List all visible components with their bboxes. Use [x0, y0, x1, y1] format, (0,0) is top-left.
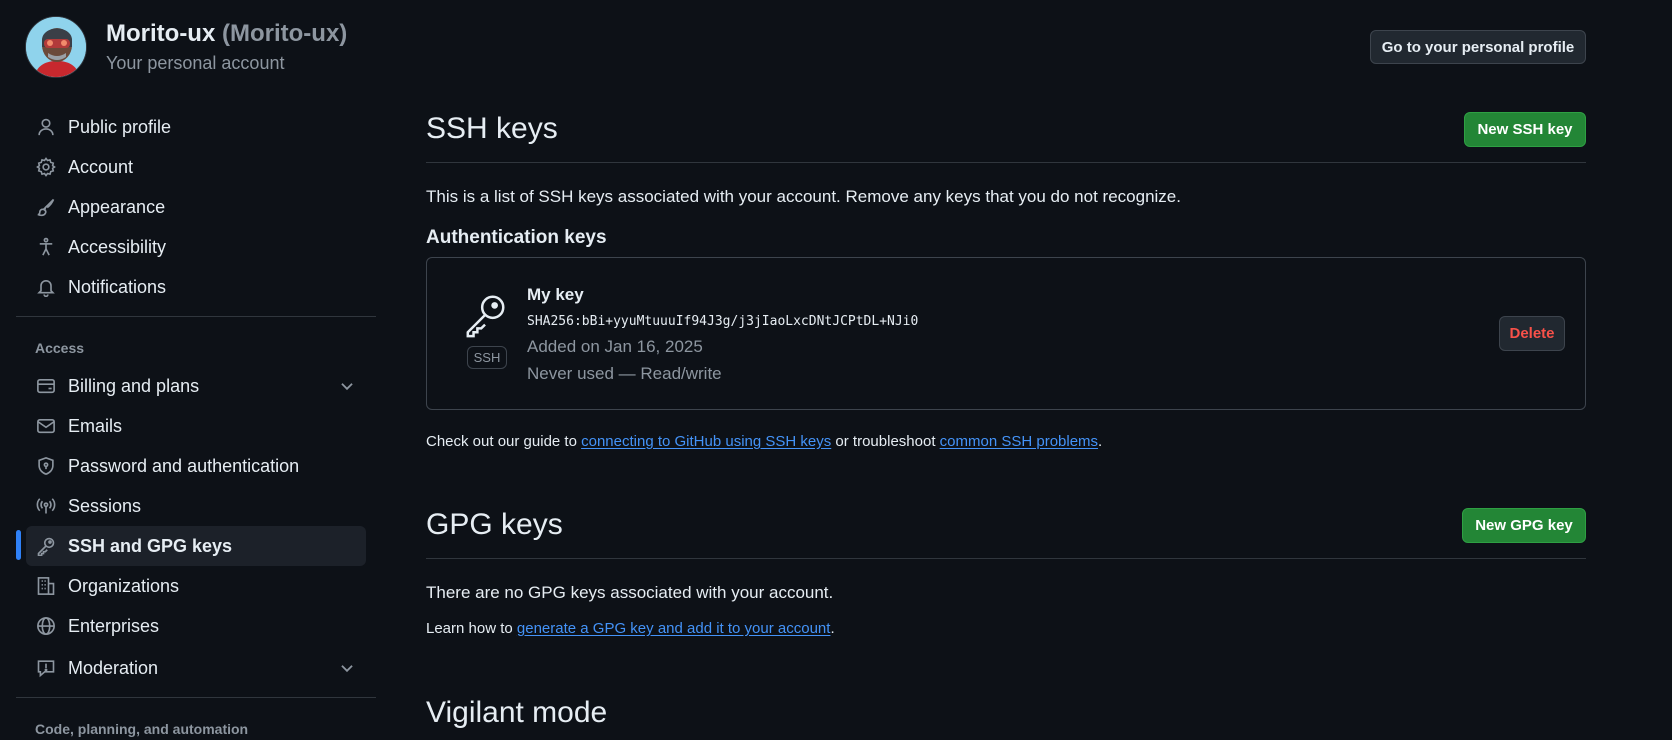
sidebar-item-label: Billing and plans	[68, 375, 200, 396]
mail-icon	[35, 415, 57, 437]
sidebar-group-access: Access	[35, 340, 85, 356]
sidebar-item-billing[interactable]: Billing and plans	[26, 366, 366, 406]
sidebar-item-appearance[interactable]: Appearance	[26, 187, 366, 227]
avatar[interactable]	[25, 16, 87, 78]
authentication-keys-heading: Authentication keys	[426, 227, 607, 248]
sidebar-item-label: Enterprises	[68, 615, 160, 636]
sidebar-item-label: Notifications	[68, 276, 167, 297]
gpg-guide-link[interactable]: generate a GPG key and add it to your ac…	[517, 620, 831, 637]
sidebar-item-label: Public profile	[68, 116, 172, 137]
new-gpg-key-button[interactable]: New GPG key	[1462, 508, 1586, 543]
sidebar-item-label: Password and authentication	[68, 455, 300, 476]
report-icon	[35, 657, 57, 679]
paintbrush-icon	[35, 196, 57, 218]
key-icon	[466, 295, 505, 338]
sidebar-divider	[16, 697, 376, 698]
sidebar-item-password-auth[interactable]: Password and authentication	[26, 446, 366, 486]
ssh-keys-title: SSH keys	[426, 112, 558, 145]
ssh-badge: SSH	[467, 346, 507, 369]
accessibility-icon	[35, 236, 57, 258]
broadcast-icon	[35, 495, 57, 517]
sidebar-item-emails[interactable]: Emails	[26, 406, 366, 446]
vigilant-mode-title: Vigilant mode	[426, 696, 608, 729]
sidebar-item-ssh-gpg-keys[interactable]: SSH and GPG keys	[26, 526, 366, 566]
shield-lock-icon	[35, 455, 57, 477]
section-divider	[426, 162, 1586, 163]
learn-text-prefix: Learn how to	[426, 620, 517, 637]
sidebar-item-label: Account	[68, 156, 134, 177]
ssh-guide-text: Check out our guide to connecting to Git…	[426, 433, 1102, 450]
ssh-key-title: My key	[527, 285, 584, 304]
delete-ssh-key-button[interactable]: Delete	[1499, 316, 1565, 351]
ssh-problems-link[interactable]: common SSH problems	[940, 433, 1098, 450]
account-name[interactable]: Morito-ux (Morito-ux)	[106, 20, 347, 48]
sidebar-item-moderation[interactable]: Moderation	[26, 648, 366, 688]
sidebar-item-label: Emails	[68, 415, 123, 436]
sidebar-item-enterprises[interactable]: Enterprises	[26, 606, 366, 646]
sidebar-item-notifications[interactable]: Notifications	[26, 267, 366, 307]
sidebar-item-sessions[interactable]: Sessions	[26, 486, 366, 526]
gear-icon	[35, 156, 57, 178]
go-to-profile-button[interactable]: Go to your personal profile	[1370, 30, 1586, 64]
ssh-guide-link[interactable]: connecting to GitHub using SSH keys	[581, 433, 831, 450]
ssh-key-item	[426, 257, 1586, 410]
bell-icon	[35, 276, 57, 298]
chevron-down-icon[interactable]	[338, 377, 356, 395]
gpg-empty-text: There are no GPG keys associated with yo…	[426, 583, 834, 602]
sidebar-item-label: Sessions	[68, 495, 142, 516]
login-name: (Morito-ux)	[221, 20, 348, 47]
guide-text-suffix: .	[1098, 433, 1103, 450]
sidebar-group-code-planning: Code, planning, and automation	[35, 721, 249, 737]
sidebar-item-label: Appearance	[68, 196, 166, 217]
gpg-learn-text: Learn how to generate a GPG key and add …	[426, 620, 835, 637]
section-divider	[426, 558, 1586, 559]
display-name: Morito-ux	[106, 20, 216, 47]
ssh-key-fingerprint: SHA256:bBi+yyuMtuuuIf94J3g/j3jIaoLxcDNtJ…	[527, 314, 919, 329]
sidebar-item-account[interactable]: Account	[26, 147, 366, 187]
ssh-key-added-date: Added on Jan 16, 2025	[527, 337, 703, 356]
ssh-key-usage: Never used — Read/write	[527, 364, 722, 383]
guide-text-middle: or troubleshoot	[831, 433, 940, 450]
guide-text-prefix: Check out our guide to	[426, 433, 582, 450]
active-indicator	[16, 530, 21, 560]
sidebar-item-accessibility[interactable]: Accessibility	[26, 227, 366, 267]
gpg-keys-title: GPG keys	[426, 508, 563, 541]
learn-text-suffix: .	[830, 620, 835, 637]
chevron-down-icon[interactable]	[338, 659, 356, 677]
sidebar-item-organizations[interactable]: Organizations	[26, 566, 366, 606]
globe-icon	[35, 615, 57, 637]
sidebar-item-public-profile[interactable]: Public profile	[26, 107, 366, 147]
account-type-label: Your personal account	[106, 53, 285, 73]
sidebar-item-label: SSH and GPG keys	[68, 535, 233, 556]
person-icon	[35, 116, 57, 138]
new-ssh-key-button[interactable]: New SSH key	[1464, 112, 1586, 147]
sidebar-item-label: Accessibility	[68, 236, 167, 257]
organization-icon	[35, 575, 57, 597]
key-icon	[35, 535, 57, 557]
credit-card-icon	[35, 375, 57, 397]
sidebar-item-label: Moderation	[68, 657, 159, 678]
sidebar-item-label: Organizations	[68, 575, 180, 596]
ssh-description: This is a list of SSH keys associated wi…	[426, 187, 1181, 206]
sidebar-divider	[16, 316, 376, 317]
